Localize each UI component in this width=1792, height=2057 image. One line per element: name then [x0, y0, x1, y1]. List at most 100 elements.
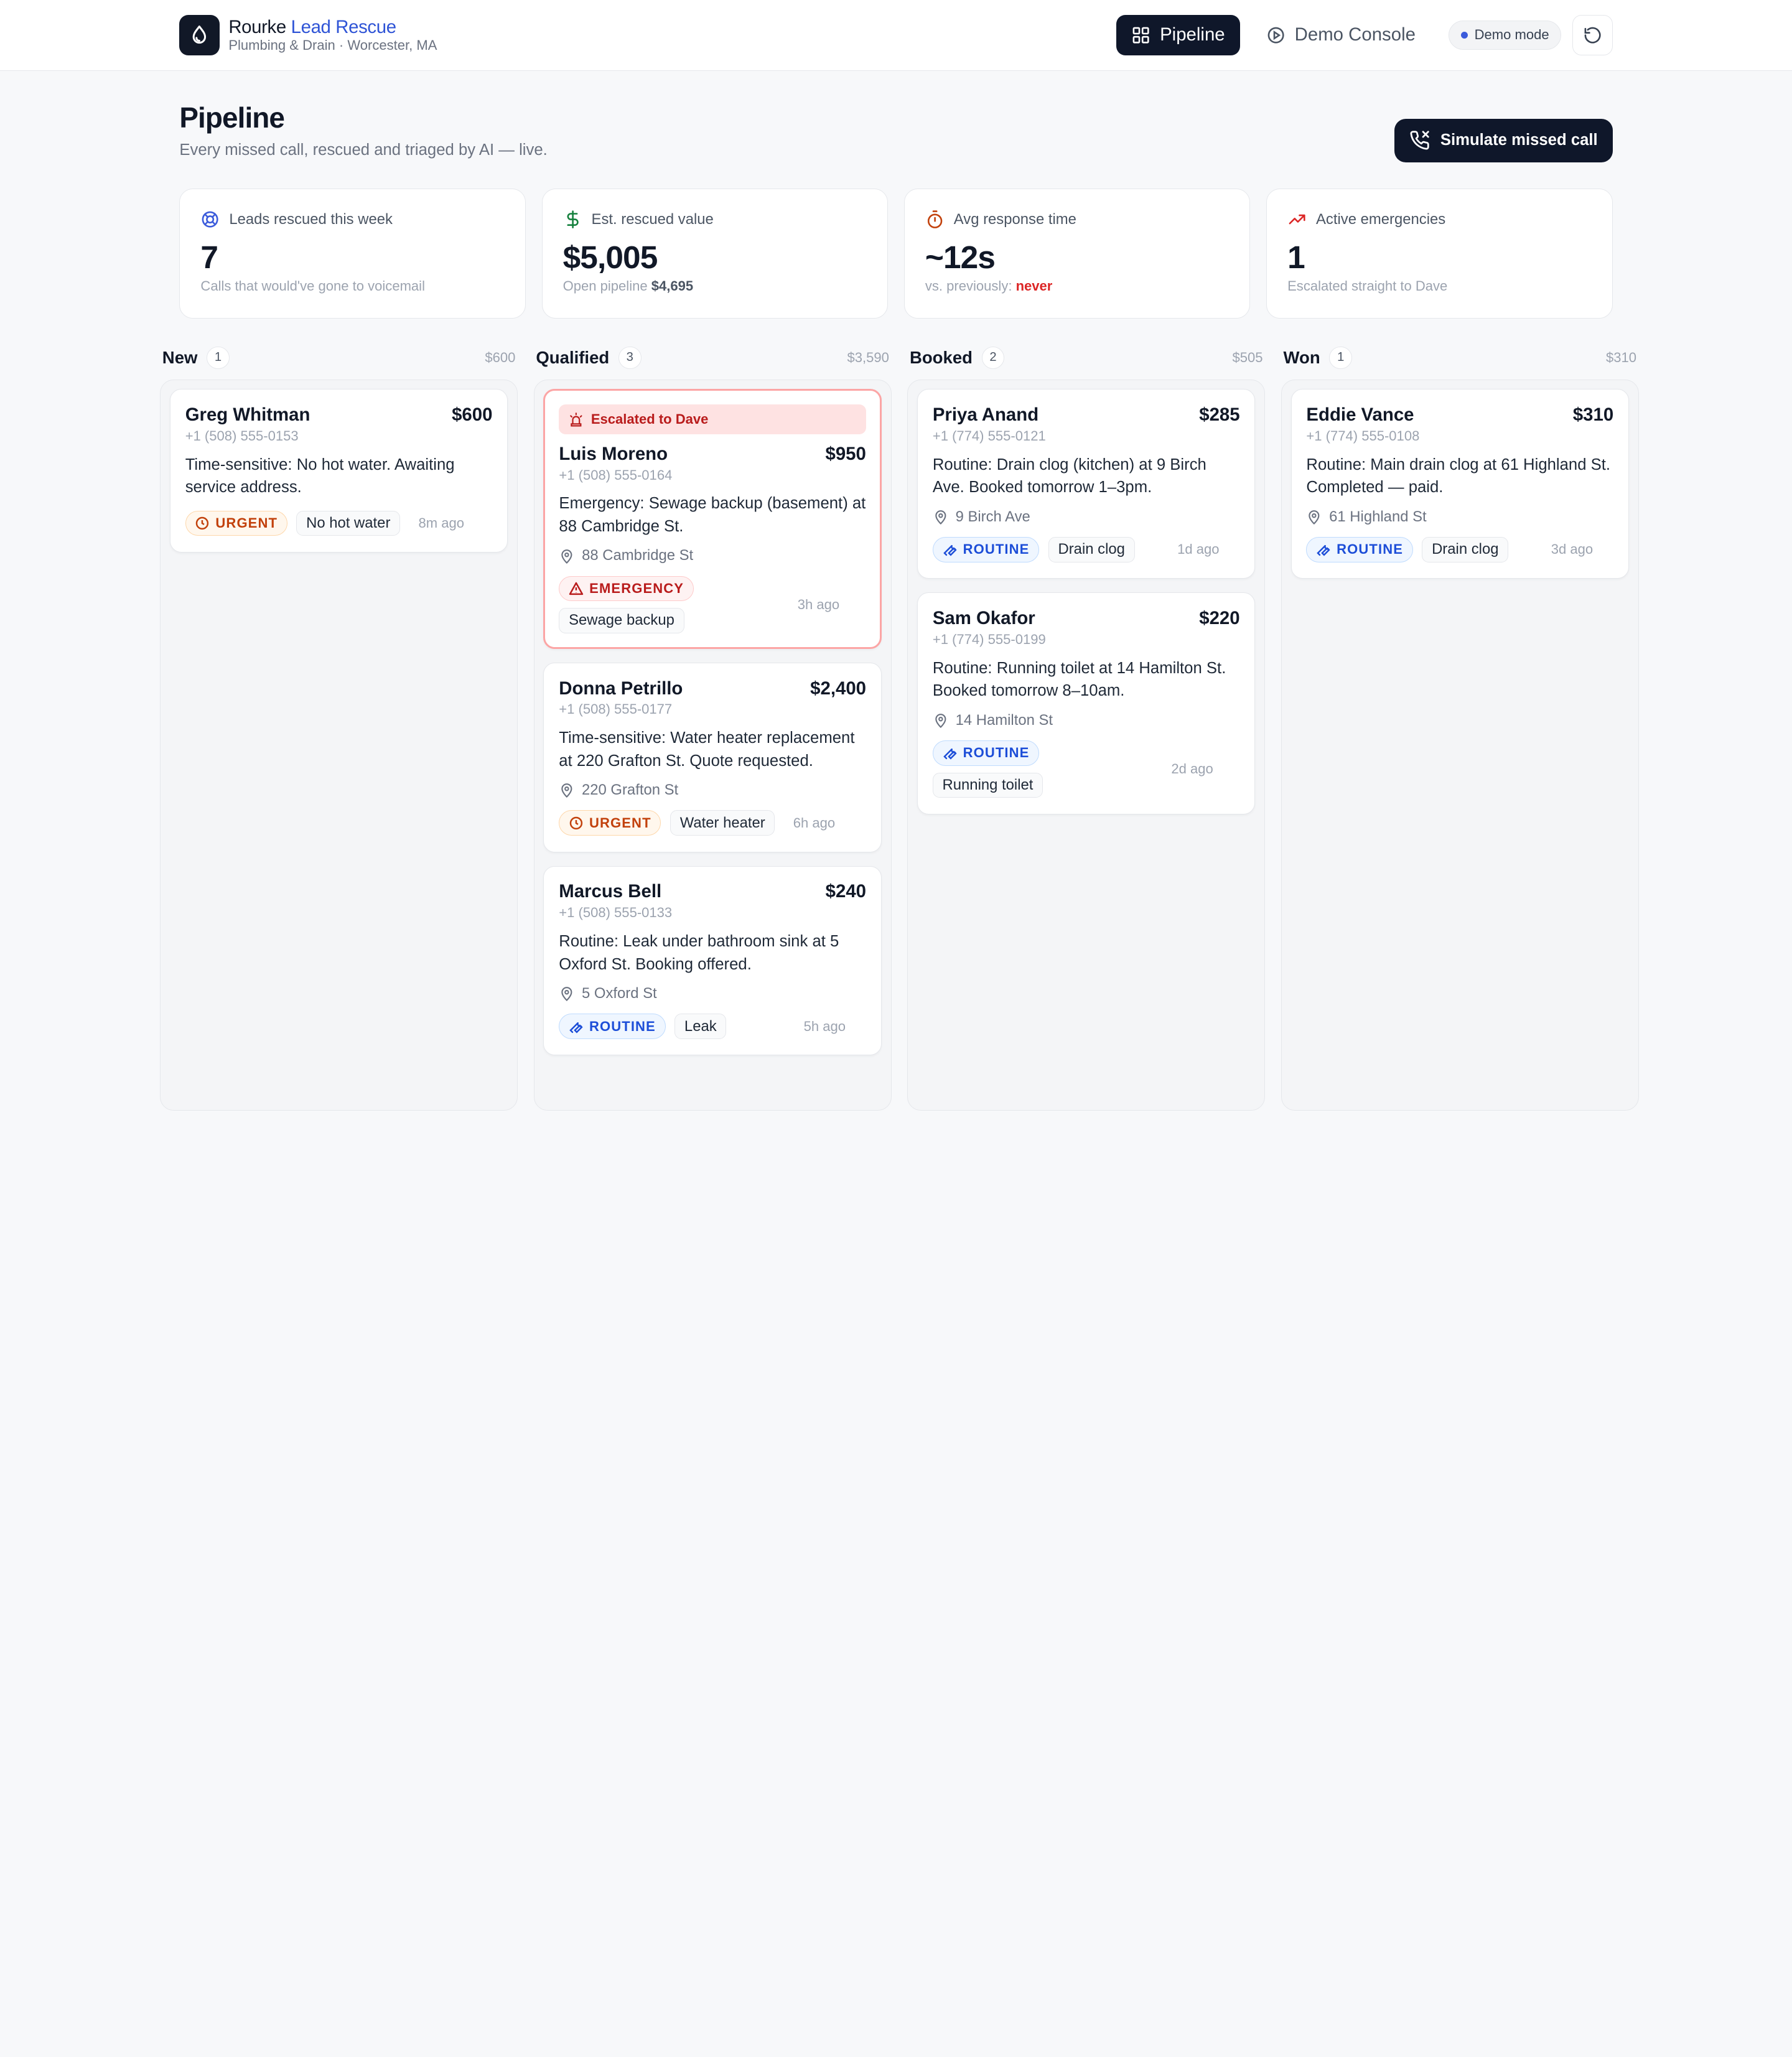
nav-demo-console-button[interactable]: Demo Console	[1251, 15, 1430, 55]
rotate-ccw-icon	[1584, 27, 1601, 44]
urgency-badge: URGENT	[185, 510, 287, 536]
map-pin-icon	[561, 549, 572, 564]
wrench-icon	[569, 1022, 583, 1033]
lead-card[interactable]: Greg Whitman $600 +1 (508) 555-0153 Time…	[169, 389, 508, 553]
siren-icon	[570, 412, 582, 427]
lead-card[interactable]: Donna Petrillo $2,400 +1 (508) 555-0177 …	[543, 662, 882, 852]
issue-tag: No hot water	[296, 510, 401, 536]
issue-tag: Water heater	[670, 810, 775, 836]
time-ago: 3h ago	[797, 597, 840, 613]
lead-description: Routine: Leak under bathroom sink at 5 O…	[559, 932, 839, 973]
lead-card[interactable]: Marcus Bell $240 +1 (508) 555-0133 Routi…	[543, 865, 882, 1056]
column-count: 3	[618, 346, 642, 370]
issue-tag: Sewage backup	[559, 608, 684, 633]
nav-pipeline-button[interactable]: Pipeline	[1116, 15, 1240, 55]
lead-amount: $310	[1572, 404, 1614, 426]
stat-label: Active emergencies	[1316, 210, 1446, 228]
brand-subtitle: Plumbing & Drain · Worcester, MA	[228, 37, 437, 54]
lead-card[interactable]: Priya Anand $285 +1 (774) 555-0121 Routi…	[917, 389, 1256, 579]
lead-name: Donna Petrillo	[559, 678, 683, 699]
trending-up-icon	[1289, 214, 1305, 225]
pipeline-board: New 1 $600 Greg Whitman $600 +1 (508) 55…	[160, 345, 1792, 1120]
lead-card[interactable]: Escalated to Dave Luis Moreno $950 +1 (5…	[543, 389, 882, 649]
nav-demo-console-label: Demo Console	[1294, 24, 1416, 45]
lead-address: 88 Cambridge St	[559, 547, 866, 564]
lead-phone: +1 (774) 555-0121	[932, 428, 1046, 444]
lead-description: Time-sensitive: Water heater replacement…	[559, 729, 855, 770]
column-count: 1	[207, 346, 230, 370]
lead-phone: +1 (508) 555-0164	[559, 467, 673, 483]
urgency-badge: ROUTINE	[559, 1014, 666, 1039]
page: Rourke Lead Rescue Plumbing & Drain · Wo…	[0, 0, 1792, 1120]
alert-triangle-icon	[569, 582, 584, 595]
lead-address: 220 Grafton St	[559, 781, 866, 799]
life-ring-icon	[202, 211, 219, 228]
lead-card[interactable]: Eddie Vance $310 +1 (774) 555-0108 Routi…	[1290, 389, 1630, 579]
column-count: 1	[1329, 346, 1353, 370]
lead-name: Greg Whitman	[185, 404, 310, 426]
urgency-badge: EMERGENCY	[559, 576, 694, 602]
clock-icon	[196, 516, 209, 529]
stat-note: Escalated straight to Dave	[1287, 278, 1448, 294]
column-total: $3,590	[847, 349, 889, 365]
demo-mode-badge: Demo mode	[1449, 20, 1561, 50]
stat-note: vs. previously: never	[925, 278, 1053, 294]
brand[interactable]: Rourke Lead Rescue Plumbing & Drain · Wo…	[179, 15, 437, 55]
clock-icon	[569, 816, 583, 829]
column-title: Won	[1283, 347, 1320, 367]
column-count: 2	[981, 346, 1005, 370]
lead-description: Routine: Main drain clog at 61 Highland …	[1306, 455, 1611, 497]
play-circle-icon	[1267, 27, 1284, 44]
lead-description: Emergency: Sewage backup (basement) at 8…	[559, 495, 866, 536]
lead-amount: $240	[825, 881, 867, 902]
lead-amount: $600	[452, 404, 493, 426]
nav-pipeline-label: Pipeline	[1160, 24, 1225, 45]
map-pin-icon	[935, 510, 946, 525]
issue-tag: Drain clog	[1048, 537, 1135, 562]
lead-address: 61 Highland St	[1306, 508, 1613, 526]
column-qualified: Qualified 3 $3,590 Escalated to Dave Lui…	[533, 345, 892, 1120]
stat-rescued-value: Est. rescued value $5,005 Open pipeline …	[541, 189, 889, 319]
urgency-badge: ROUTINE	[932, 740, 1040, 766]
column-title: Qualified	[536, 347, 610, 367]
stat-response-time: Avg response time ~12s vs. previously: n…	[903, 189, 1251, 319]
top-bar: Rourke Lead Rescue Plumbing & Drain · Wo…	[0, 0, 1792, 71]
urgency-badge: ROUTINE	[932, 537, 1040, 562]
urgency-badge: URGENT	[559, 810, 661, 836]
lead-phone: +1 (508) 555-0153	[185, 428, 299, 444]
time-ago: 3d ago	[1551, 541, 1594, 557]
lead-address: 14 Hamilton St	[933, 712, 1240, 729]
simulate-missed-call-label: Simulate missed call	[1440, 131, 1598, 149]
column-title: Booked	[909, 347, 973, 367]
lead-address: 9 Birch Ave	[933, 508, 1240, 526]
stat-note: Open pipeline $4,695	[562, 278, 694, 294]
wrench-icon	[943, 545, 957, 557]
time-ago: 1d ago	[1177, 541, 1220, 557]
map-pin-icon	[561, 783, 572, 798]
issue-tag: Drain clog	[1422, 537, 1509, 562]
stat-value: 7	[200, 239, 218, 275]
column-won: Won 1 $310 Eddie Vance $310 +1 (774) 555…	[1281, 345, 1639, 1120]
lead-phone: +1 (508) 555-0177	[559, 701, 673, 717]
dollar-icon	[567, 210, 579, 229]
lead-card[interactable]: Sam Okafor $220 +1 (774) 555-0199 Routin…	[917, 592, 1256, 814]
column-title: New	[162, 347, 198, 367]
escalation-banner: Escalated to Dave	[559, 404, 866, 435]
wrench-icon	[1317, 545, 1330, 557]
reset-button[interactable]	[1572, 15, 1613, 55]
urgency-badge: ROUTINE	[1306, 537, 1413, 562]
lead-description: Routine: Drain clog (kitchen) at 9 Birch…	[932, 455, 1206, 497]
page-header: Pipeline Every missed call, rescued and …	[179, 101, 1613, 162]
lead-amount: $285	[1199, 404, 1240, 426]
stat-label: Avg response time	[953, 210, 1076, 228]
stat-note: Calls that would've gone to voicemail	[200, 278, 425, 294]
main-nav: Pipeline Demo Console Demo mode	[1116, 15, 1613, 55]
column-new: New 1 $600 Greg Whitman $600 +1 (508) 55…	[160, 345, 518, 1120]
simulate-missed-call-button[interactable]: Simulate missed call	[1394, 119, 1613, 162]
grid-icon	[1132, 27, 1149, 44]
status-dot	[1460, 31, 1468, 39]
lead-name: Marcus Bell	[559, 881, 662, 902]
stat-value: 1	[1287, 239, 1305, 275]
lead-amount: $950	[825, 443, 866, 464]
column-booked: Booked 2 $505 Priya Anand $285 +1 (774) …	[907, 345, 1266, 1120]
